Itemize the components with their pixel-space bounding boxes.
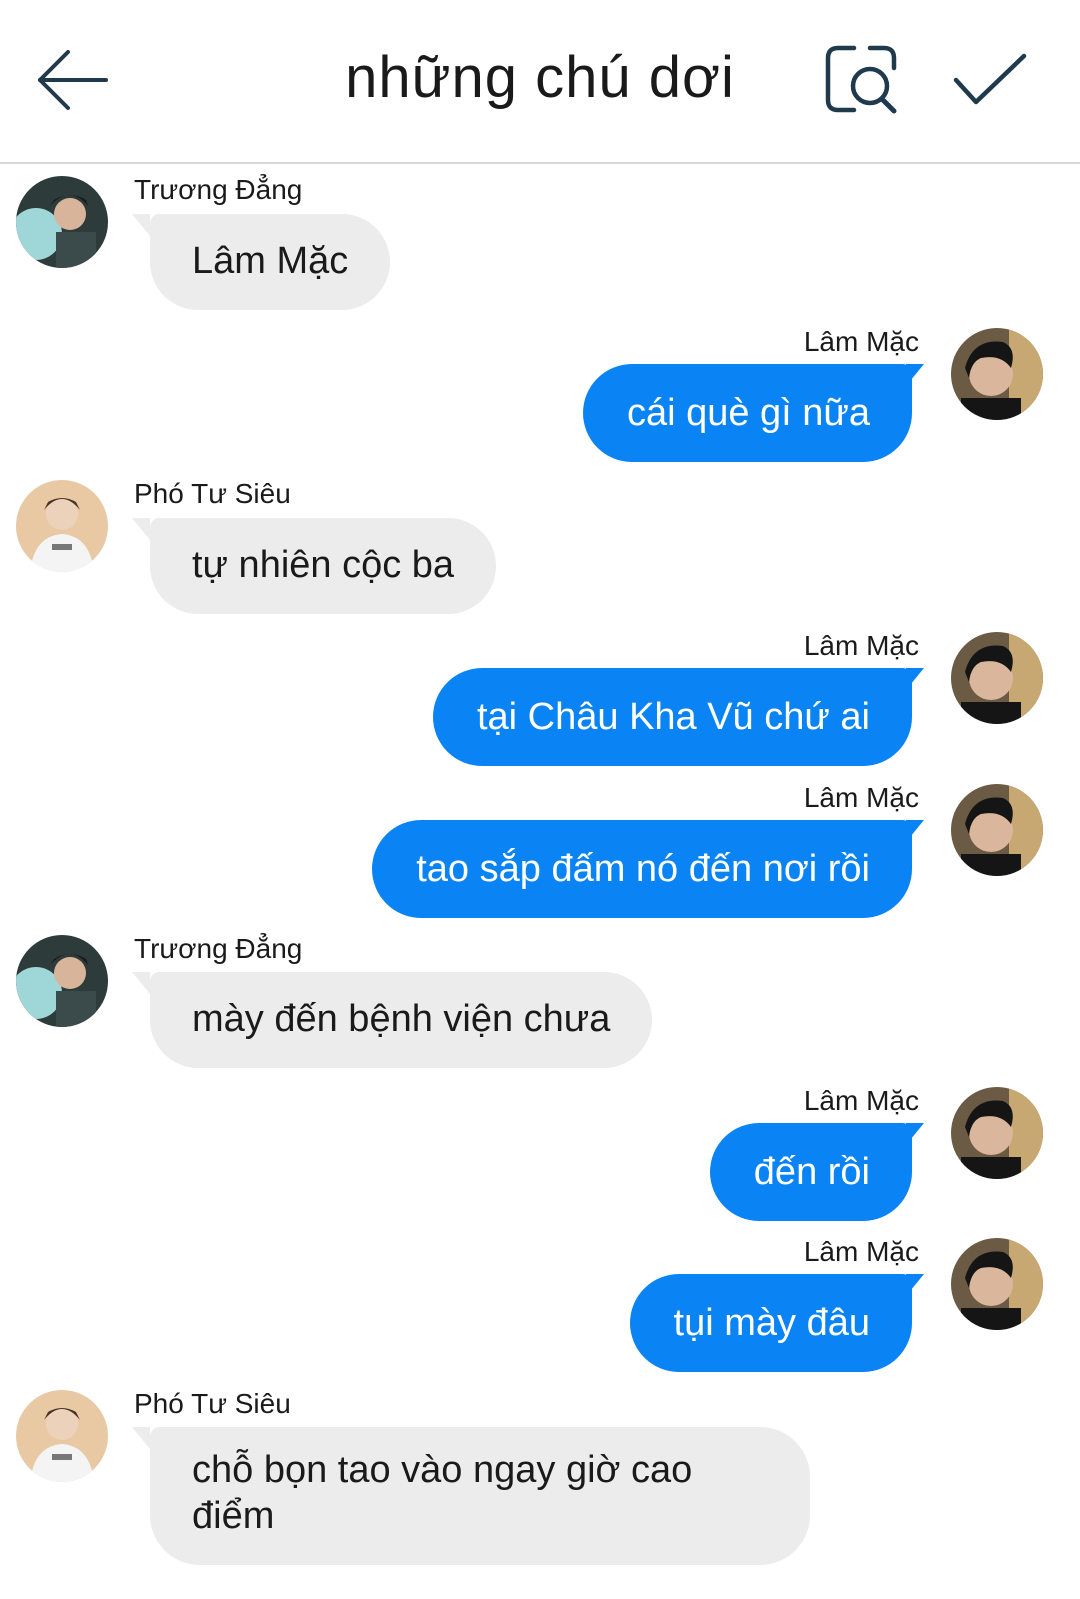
message-bubble[interactable]: chỗ bọn tao vào ngay giờ cao điểm xyxy=(150,1427,810,1565)
avatar-truong-dang[interactable] xyxy=(16,176,108,268)
search-chat-icon xyxy=(825,45,897,114)
avatar-pho-tu-sieu[interactable] xyxy=(16,1390,108,1482)
avatar-pho-tu-sieu[interactable] xyxy=(16,480,108,572)
chat-header: những chú dơi xyxy=(0,0,1080,164)
avatar-truong-dang[interactable] xyxy=(16,935,108,1027)
sender-name: Phó Tư Siêu xyxy=(134,478,291,509)
avatar-lam-mac[interactable] xyxy=(951,784,1043,876)
bubble-tail xyxy=(132,518,150,540)
sender-name: Lâm Mặc xyxy=(803,326,919,357)
message-bubble[interactable]: cái què gì nữa xyxy=(582,364,912,462)
sender-name: Trương Đẳng xyxy=(134,933,303,964)
sender-name: Lâm Mặc xyxy=(803,630,919,661)
avatar-lam-mac[interactable] xyxy=(951,1087,1043,1179)
message-bubble[interactable]: tại Châu Kha Vũ chứ ai xyxy=(432,668,912,766)
sender-name: Lâm Mặc xyxy=(803,1236,919,1267)
bubble-tail xyxy=(132,1427,150,1449)
sender-name: Lâm Mặc xyxy=(803,782,919,813)
sender-name: Phó Tư Siêu xyxy=(134,1388,291,1419)
sender-name: Trương Đẳng xyxy=(134,174,303,205)
search-chat-button[interactable] xyxy=(824,44,900,116)
message-bubble[interactable]: tao sắp đấm nó đến nơi rồi xyxy=(372,820,912,918)
sender-name: Lâm Mặc xyxy=(803,1085,919,1116)
message-bubble[interactable]: tụi mày đâu xyxy=(629,1274,912,1372)
avatar-lam-mac[interactable] xyxy=(951,1238,1043,1330)
bubble-tail xyxy=(132,214,150,236)
chat-title: những chú dơi xyxy=(345,45,735,110)
avatar-lam-mac[interactable] xyxy=(951,632,1043,724)
avatar-lam-mac[interactable] xyxy=(951,328,1043,420)
bubble-tail xyxy=(132,972,150,994)
message-bubble[interactable]: Lâm Mặc xyxy=(150,214,391,310)
checkmark-icon xyxy=(953,53,1027,105)
message-list[interactable]: Trương Đẳng Lâm Mặc Lâm Mặc cái què gì n… xyxy=(0,166,1080,1599)
message-bubble[interactable]: tự nhiên cộc ba xyxy=(150,518,497,614)
message-bubble[interactable]: mày đến bệnh viện chưa xyxy=(150,972,653,1068)
confirm-button[interactable] xyxy=(952,50,1028,114)
message-bubble[interactable]: đến rồi xyxy=(709,1123,912,1221)
